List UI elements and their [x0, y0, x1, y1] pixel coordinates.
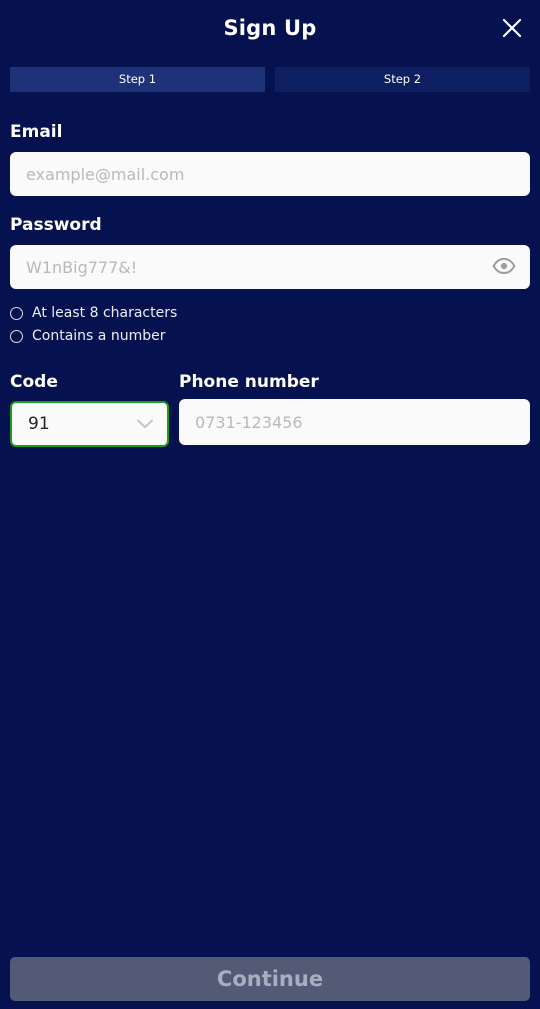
country-code-select[interactable]: 91	[10, 401, 169, 447]
email-input[interactable]	[10, 152, 530, 196]
tab-step-2[interactable]: Step 2	[275, 67, 530, 92]
rule-status-circle-icon	[10, 306, 23, 320]
password-rule-item: At least 8 characters	[10, 306, 530, 320]
tab-step-1[interactable]: Step 1	[10, 67, 265, 92]
step-tabs: Step 1 Step 2	[0, 67, 540, 92]
phone-group: Phone number	[179, 374, 530, 447]
rule-label: Contains a number	[32, 328, 166, 344]
code-group: Code 91	[10, 374, 169, 447]
password-input[interactable]	[10, 245, 530, 289]
chevron-down-icon	[136, 419, 154, 430]
country-code-value: 91	[28, 413, 50, 434]
rule-status-circle-icon	[10, 329, 23, 343]
email-input-wrapper	[10, 152, 530, 196]
phone-label: Phone number	[179, 372, 319, 392]
password-rule-item: Contains a number	[10, 329, 530, 343]
email-label: Email	[10, 122, 63, 142]
email-group: Email	[10, 124, 530, 196]
close-icon	[500, 16, 524, 40]
password-label: Password	[10, 215, 102, 235]
rule-label: At least 8 characters	[32, 305, 178, 321]
phone-row: Code 91 Phone number	[10, 374, 530, 447]
password-input-wrapper	[10, 245, 530, 289]
continue-button[interactable]: Continue	[10, 957, 530, 1001]
dialog-footer: Continue	[0, 957, 540, 1001]
password-rules: At least 8 characters Contains a number	[10, 306, 530, 343]
dialog-header: Sign Up	[0, 0, 540, 56]
signup-form: Email Password At least 8 characters	[0, 124, 540, 447]
phone-number-input[interactable]	[179, 399, 530, 445]
toggle-password-visibility-button[interactable]	[491, 254, 517, 280]
code-label: Code	[10, 372, 58, 392]
eye-icon	[492, 257, 516, 277]
password-group: Password At least 8 characters Contains …	[10, 217, 530, 343]
page-title: Sign Up	[223, 15, 317, 40]
close-button[interactable]	[493, 9, 531, 47]
